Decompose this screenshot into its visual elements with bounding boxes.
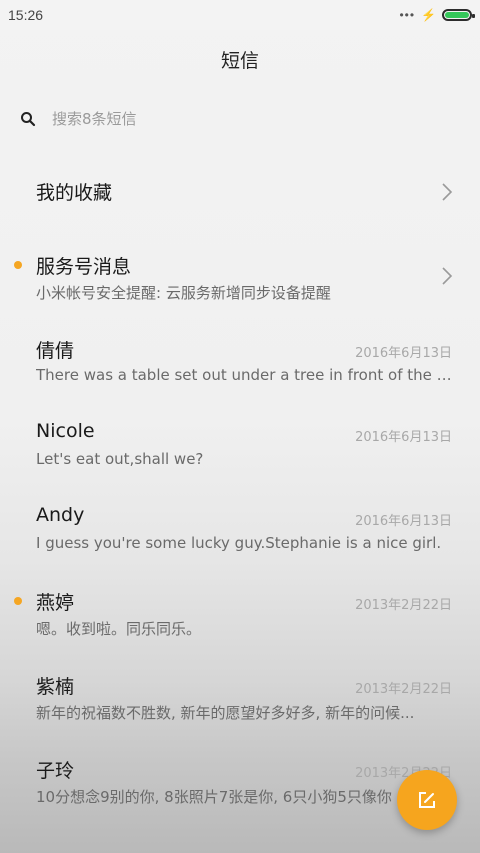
item-date: 2016年6月13日 [355, 346, 452, 361]
unread-dot [14, 597, 22, 605]
search-bar[interactable] [20, 104, 460, 134]
status-icons: ••• ⚡ [399, 8, 475, 22]
compose-icon [419, 792, 435, 808]
chevron-right-icon [442, 183, 453, 201]
item-preview: I guess you're some lucky guy.Stephanie … [36, 534, 442, 552]
search-icon [20, 111, 36, 127]
list-item-conversation[interactable]: Nicole 2016年6月13日 Let's eat out,shall we… [0, 402, 480, 486]
item-name: 服务号消息 [36, 256, 132, 278]
item-preview: 小米帐号安全提醒: 云服务新增同步设备提醒 [36, 284, 331, 302]
item-preview: 新年的祝福数不胜数, 新年的愿望好多好多, 新年的问候... [36, 704, 415, 722]
item-date: 2016年6月13日 [355, 514, 452, 529]
item-name: 紫楠 [36, 676, 75, 698]
item-preview: Let's eat out,shall we? [36, 450, 204, 468]
compose-button[interactable] [397, 770, 457, 830]
item-name: 子玲 [36, 760, 75, 782]
status-time: 15:26 [8, 7, 44, 23]
item-date: 2013年2月22日 [355, 598, 452, 613]
item-name: 倩倩 [36, 340, 75, 362]
list-item-favorites[interactable]: 我的收藏 [0, 150, 480, 234]
item-name: 燕婷 [36, 592, 75, 614]
item-preview: 10分想念9别的你, 8张照片7张是你, 6只小狗5只像你 [36, 788, 392, 806]
list-item-conversation[interactable]: 紫楠 2013年2月22日 新年的祝福数不胜数, 新年的愿望好多好多, 新年的问… [0, 654, 480, 738]
list-item-conversation[interactable]: 燕婷 2013年2月22日 嗯。收到啦。同乐同乐。 [0, 570, 480, 654]
item-name: Nicole [36, 420, 95, 442]
conversation-list: 我的收藏 服务号消息 小米帐号安全提醒: 云服务新增同步设备提醒 倩倩 2016… [0, 150, 480, 822]
list-item-conversation[interactable]: Andy 2016年6月13日 I guess you're some luck… [0, 486, 480, 570]
item-preview: There was a table set out under a tree i… [36, 366, 456, 384]
list-item-conversation[interactable]: 倩倩 2016年6月13日 There was a table set out … [0, 318, 480, 402]
unread-dot [14, 261, 22, 269]
item-date: 2016年6月13日 [355, 430, 452, 445]
charging-icon: ⚡ [421, 8, 436, 22]
page-title: 短信 [220, 50, 259, 72]
item-name: 我的收藏 [36, 182, 113, 204]
item-preview: 嗯。收到啦。同乐同乐。 [36, 620, 202, 638]
item-date: 2013年2月22日 [355, 682, 452, 697]
list-item-service-messages[interactable]: 服务号消息 小米帐号安全提醒: 云服务新增同步设备提醒 [0, 234, 480, 318]
status-bar: 15:26 ••• ⚡ [0, 0, 480, 30]
search-input[interactable] [50, 109, 434, 129]
signal-dots-icon: ••• [399, 8, 416, 22]
chevron-right-icon [442, 267, 453, 285]
battery-icon [442, 9, 475, 21]
item-name: Andy [36, 504, 85, 526]
